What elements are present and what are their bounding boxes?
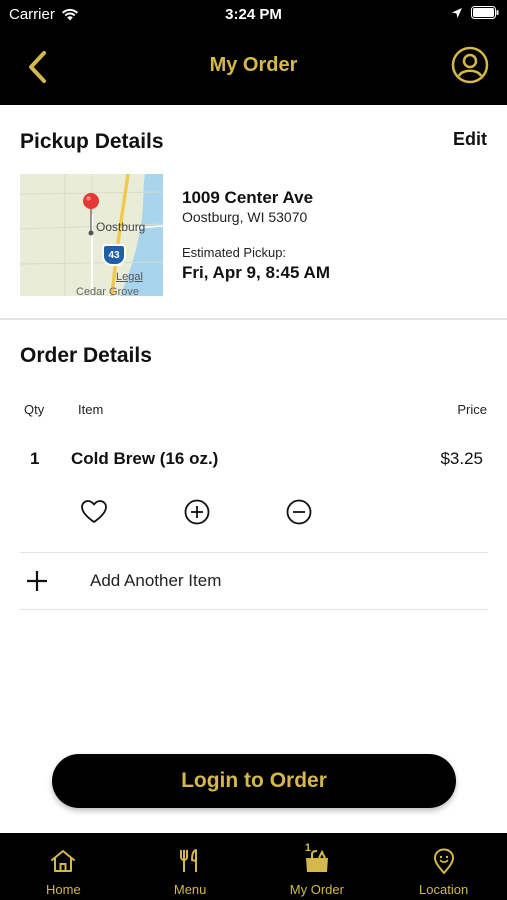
bag-icon xyxy=(305,849,328,872)
tab-location[interactable]: Location xyxy=(380,833,507,900)
tab-my-order[interactable]: 1 My Order xyxy=(254,833,381,900)
item-price: $3.25 xyxy=(440,449,483,468)
favorite-heart-icon[interactable] xyxy=(80,498,108,526)
increase-quantity-icon[interactable] xyxy=(183,498,211,526)
plus-icon xyxy=(27,571,47,591)
tab-my-order-label: My Order xyxy=(289,882,344,897)
map-south-town-label: Cedar Grove xyxy=(76,286,139,296)
add-another-item-label: Add Another Item xyxy=(90,571,222,590)
address-line2: Oostburg, WI 53070 xyxy=(182,209,308,225)
order-details-title: Order Details xyxy=(20,344,152,367)
pickup-map[interactable]: Oostburg 43 Legal Cedar Grove xyxy=(20,174,163,296)
map-town-label: Oostburg xyxy=(96,220,146,234)
profile-icon[interactable] xyxy=(451,46,489,84)
interstate-shield: 43 xyxy=(102,244,126,266)
status-bar: Carrier 3:24 PM xyxy=(0,0,507,30)
tab-home[interactable]: Home xyxy=(0,833,127,900)
map-legal-link[interactable]: Legal xyxy=(116,271,143,283)
location-pin-icon xyxy=(433,848,454,874)
pickup-details-title: Pickup Details xyxy=(20,130,164,153)
edit-button[interactable]: Edit xyxy=(453,129,487,150)
status-time: 3:24 PM xyxy=(225,6,282,23)
utensils-icon xyxy=(180,849,198,872)
status-right xyxy=(451,6,499,19)
estimated-pickup-value: Fri, Apr 9, 8:45 AM xyxy=(182,263,330,282)
login-to-order-button[interactable]: Login to Order xyxy=(52,754,456,808)
tab-menu-label: Menu xyxy=(173,882,207,897)
tab-home-label: Home xyxy=(46,882,81,897)
address-line1: 1009 Center Ave xyxy=(182,188,314,207)
row-divider xyxy=(20,552,488,553)
row-divider xyxy=(20,609,488,610)
login-to-order-label: Login to Order xyxy=(181,769,327,792)
home-icon xyxy=(51,850,76,872)
add-another-item-button[interactable]: Add Another Item xyxy=(20,562,488,602)
item-qty: 1 xyxy=(30,449,40,468)
column-header-qty: Qty xyxy=(24,402,45,417)
column-header-price: Price xyxy=(457,402,487,417)
pickup-details-section: Pickup Details Edit Oostburg 43 Legal Ce… xyxy=(0,105,507,318)
tab-location-label: Location xyxy=(419,882,469,897)
page-title: My Order xyxy=(209,54,298,76)
location-arrow-icon xyxy=(452,7,462,18)
column-header-item: Item xyxy=(78,402,104,417)
decrease-quantity-icon[interactable] xyxy=(285,498,313,526)
battery-icon xyxy=(471,6,499,19)
nav-bar: My Order xyxy=(0,30,507,105)
item-name: Cold Brew (16 oz.) xyxy=(71,449,219,468)
tab-menu[interactable]: Menu xyxy=(127,833,254,900)
tab-bar: Home Menu 1 My Order Location xyxy=(0,833,507,900)
estimated-pickup-label: Estimated Pickup: xyxy=(182,245,287,260)
section-divider xyxy=(0,318,507,320)
